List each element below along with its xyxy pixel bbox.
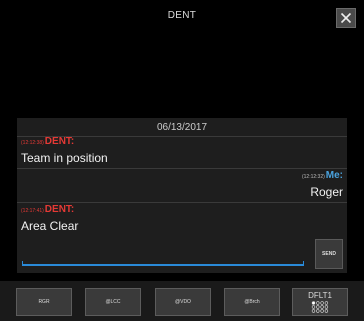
message-sender: Me:: [325, 170, 343, 181]
message-header: (12:17:41)DENT:: [21, 204, 74, 215]
divider: [17, 168, 347, 169]
divider: [17, 202, 347, 203]
message-list[interactable]: 06/13/2017 (12:12:38)DENT: Team in posit…: [17, 118, 347, 273]
date-separator: 06/13/2017: [156, 122, 208, 133]
dot: [311, 309, 316, 313]
dot-grid-icon: [311, 301, 329, 313]
dot: [316, 301, 320, 305]
conversation-title: DENT: [167, 10, 197, 21]
quick-button-lcc[interactable]: @LCC: [85, 288, 141, 316]
dot: [316, 305, 320, 309]
dot: [311, 301, 316, 305]
message-timestamp: (12:17:41): [21, 208, 44, 214]
message-timestamp: (12:12:38): [21, 140, 44, 146]
message-header: (12:12:32)Me:: [302, 170, 343, 181]
message-text: Team in position: [21, 151, 108, 165]
message-input[interactable]: [22, 261, 304, 266]
dot: [320, 301, 324, 305]
close-icon: [340, 12, 352, 24]
message-text: Area Clear: [21, 219, 79, 233]
dot: [320, 309, 324, 313]
quick-button-brch[interactable]: @Brch: [224, 288, 280, 316]
message-header: (12:12:38)DENT:: [21, 136, 74, 147]
dot: [320, 305, 324, 309]
message-timestamp: (12:12:32): [301, 174, 325, 180]
send-button[interactable]: SEND: [315, 239, 343, 269]
dot: [311, 305, 316, 309]
close-button[interactable]: [336, 8, 356, 28]
preset-label: DFLT1: [308, 291, 332, 300]
message-text: Roger: [310, 185, 343, 199]
message-sender: DENT:: [44, 204, 75, 215]
preset-selector-button[interactable]: DFLT1: [292, 288, 348, 316]
dot: [316, 309, 320, 313]
dot: [324, 309, 329, 313]
quick-reply-bar: RGR @LCC @VDO @Brch DFLT1: [0, 281, 364, 321]
chat-screen: DENT 06/13/2017 (12:12:38)DENT: Team in …: [0, 0, 364, 321]
quick-button-vdo[interactable]: @VDO: [155, 288, 211, 316]
message-sender: DENT:: [44, 136, 75, 147]
dot: [324, 301, 329, 305]
dot: [324, 305, 329, 309]
quick-button-rgr[interactable]: RGR: [16, 288, 72, 316]
